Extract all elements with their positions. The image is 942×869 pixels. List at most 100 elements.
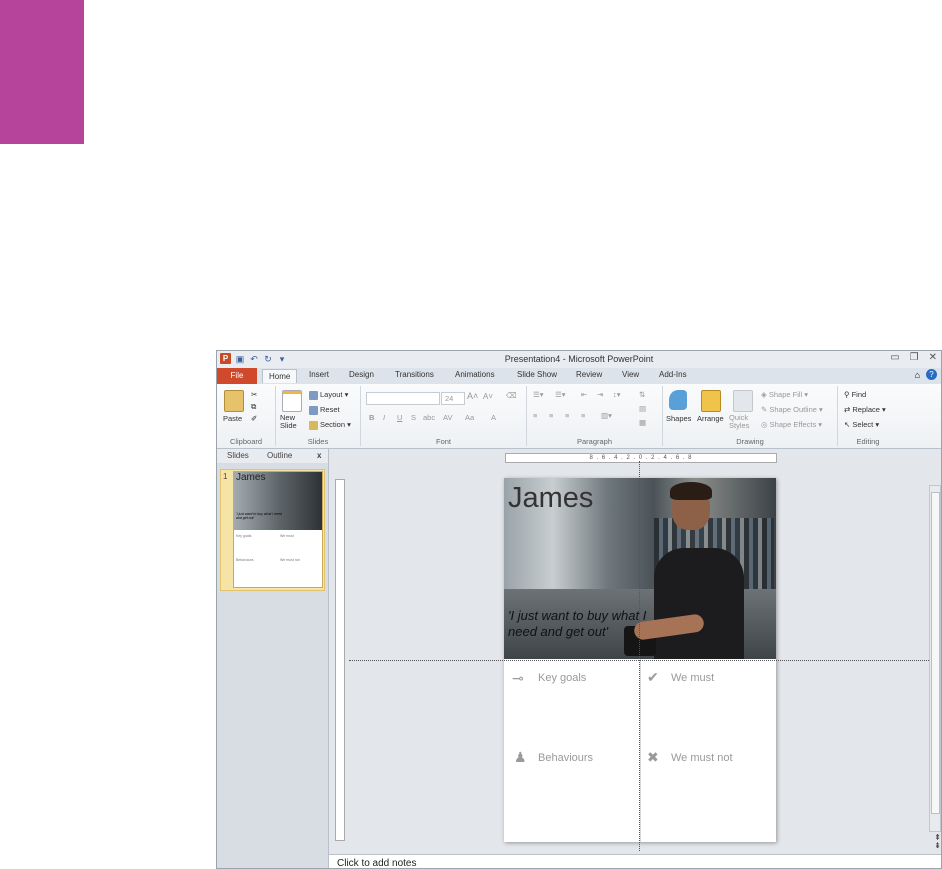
slide-thumbnail[interactable]: James 'I just want to buy what I need an… bbox=[233, 471, 323, 588]
line-spacing-icon[interactable]: ↕▾ bbox=[613, 390, 621, 399]
align-right-icon[interactable]: ≡ bbox=[565, 411, 569, 420]
vertical-guide[interactable] bbox=[639, 461, 640, 851]
tab-view[interactable]: View bbox=[622, 370, 639, 379]
replace-icon: ⇄ bbox=[844, 405, 851, 414]
grow-font-button[interactable]: A˄ bbox=[467, 391, 478, 401]
font-name-input[interactable] bbox=[366, 392, 440, 405]
character-spacing-button[interactable]: AV bbox=[443, 413, 452, 422]
shape-fill-button[interactable]: ◈ Shape Fill ▾ bbox=[761, 390, 808, 399]
replace-button[interactable]: ⇄ Replace ▾ bbox=[844, 405, 886, 414]
scrollbar-thumb[interactable] bbox=[931, 492, 940, 814]
minimize-ribbon-icon[interactable]: ⌂ bbox=[915, 370, 920, 380]
align-center-icon[interactable]: ≡ bbox=[549, 411, 553, 420]
numbering-icon[interactable]: ☰▾ bbox=[555, 390, 566, 399]
group-drawing: Shapes Arrange Quick Styles ◈ Shape Fill… bbox=[663, 386, 838, 446]
shapes-icon[interactable] bbox=[669, 390, 687, 410]
thumbnail-title: James bbox=[236, 472, 266, 483]
format-painter-icon[interactable]: ✐ bbox=[251, 414, 257, 423]
slide-nav-arrows: ⇞ ⇟ bbox=[934, 834, 941, 850]
layout-label: Layout bbox=[320, 390, 343, 399]
arrange-icon[interactable] bbox=[701, 390, 721, 412]
align-left-icon[interactable]: ≡ bbox=[533, 411, 537, 420]
vertical-scrollbar[interactable] bbox=[929, 485, 941, 832]
quick-styles-button[interactable]: Quick Styles bbox=[729, 414, 755, 430]
tab-slides[interactable]: Slides bbox=[227, 451, 249, 460]
shape-effects-label: Shape Effects bbox=[769, 420, 817, 429]
reset-label: Reset bbox=[320, 405, 340, 414]
justify-icon[interactable]: ≡ bbox=[581, 411, 585, 420]
font-size-input[interactable]: 24 bbox=[441, 392, 465, 405]
slide-number: 1 bbox=[223, 472, 228, 481]
shape-outline-button[interactable]: ✎ Shape Outline ▾ bbox=[761, 405, 823, 414]
italic-button[interactable]: I bbox=[383, 413, 385, 422]
shapes-button[interactable]: Shapes bbox=[666, 414, 691, 423]
new-slide-icon[interactable] bbox=[282, 390, 302, 412]
slide-quote[interactable]: 'I just want to buy what I need and get … bbox=[508, 608, 648, 640]
layout-button[interactable]: Layout ▾ bbox=[309, 390, 348, 400]
slide-thumbnail-item[interactable]: 1 James 'I just want to buy what I need … bbox=[220, 469, 325, 591]
bullets-icon[interactable]: ☰▾ bbox=[533, 390, 544, 399]
slide-editor[interactable]: 8 . 6 . 4 . 2 . 0 . 2 . 4 . 6 . 8 James … bbox=[329, 449, 941, 854]
tab-insert[interactable]: Insert bbox=[309, 370, 329, 379]
select-icon: ↖ bbox=[844, 420, 851, 429]
tab-design[interactable]: Design bbox=[349, 370, 374, 379]
reset-button[interactable]: Reset bbox=[309, 405, 340, 415]
person-icon: ♟ bbox=[514, 749, 527, 765]
shrink-font-button[interactable]: A˅ bbox=[483, 392, 493, 401]
copy-icon[interactable]: ⧉ bbox=[251, 402, 256, 412]
arrange-button[interactable]: Arrange bbox=[697, 414, 724, 423]
we-must-not-label[interactable]: We must not bbox=[671, 752, 733, 764]
group-label-editing: Editing bbox=[856, 437, 880, 446]
horizontal-ruler: 8 . 6 . 4 . 2 . 0 . 2 . 4 . 6 . 8 bbox=[505, 453, 777, 463]
smartart-icon[interactable]: ▦ bbox=[639, 418, 646, 427]
tab-add-ins[interactable]: Add-Ins bbox=[659, 370, 687, 379]
layout-icon bbox=[309, 390, 318, 400]
align-text-icon[interactable]: ▤ bbox=[639, 404, 646, 413]
font-color-button[interactable]: A bbox=[491, 413, 496, 422]
strikethrough-button[interactable]: S bbox=[411, 413, 416, 422]
close-icon[interactable]: ✕ bbox=[929, 352, 937, 363]
section-button[interactable]: Section ▾ bbox=[309, 420, 351, 430]
behaviours-label[interactable]: Behaviours bbox=[538, 752, 593, 764]
restore-icon[interactable]: ❐ bbox=[910, 352, 919, 363]
next-slide-icon[interactable]: ⇟ bbox=[934, 842, 941, 850]
clear-formatting-icon[interactable]: ⌫ bbox=[506, 391, 517, 400]
tab-animations[interactable]: Animations bbox=[455, 370, 495, 379]
shape-effects-button[interactable]: ◎ Shape Effects ▾ bbox=[761, 420, 822, 429]
thumbnail-must: We must bbox=[280, 534, 294, 538]
minimize-icon[interactable]: ▭ bbox=[890, 352, 899, 363]
quick-styles-icon[interactable] bbox=[733, 390, 753, 412]
reset-icon bbox=[309, 405, 318, 415]
we-must-label[interactable]: We must bbox=[671, 672, 714, 684]
decrease-indent-icon[interactable]: ⇤ bbox=[581, 390, 587, 399]
thumbnail-must-not: We must not bbox=[280, 558, 300, 562]
help-icon[interactable]: ? bbox=[926, 369, 937, 380]
paste-icon[interactable] bbox=[224, 390, 244, 412]
text-shadow-button[interactable]: abc bbox=[423, 413, 435, 422]
cut-icon[interactable]: ✂ bbox=[251, 390, 257, 399]
slide-title[interactable]: James bbox=[508, 482, 593, 515]
change-case-button[interactable]: Aa bbox=[465, 413, 474, 422]
increase-indent-icon[interactable]: ⇥ bbox=[597, 390, 603, 399]
bold-button[interactable]: B bbox=[369, 413, 374, 422]
key-goals-label[interactable]: Key goals bbox=[538, 672, 586, 684]
tab-review[interactable]: Review bbox=[576, 370, 602, 379]
tab-slide-show[interactable]: Slide Show bbox=[517, 370, 557, 379]
select-label: Select bbox=[852, 420, 874, 429]
new-slide-button[interactable]: New Slide bbox=[280, 414, 306, 430]
columns-icon[interactable]: ▥▾ bbox=[601, 411, 612, 420]
tab-file[interactable]: File bbox=[217, 368, 257, 384]
select-button[interactable]: ↖ Select ▾ bbox=[844, 420, 879, 429]
tab-home[interactable]: Home bbox=[262, 369, 298, 383]
find-label: Find bbox=[851, 390, 867, 399]
notes-placeholder[interactable]: Click to add notes bbox=[337, 858, 417, 868]
paste-button[interactable]: Paste bbox=[223, 414, 242, 423]
underline-button[interactable]: U bbox=[397, 413, 402, 422]
find-button[interactable]: ⚲ Find bbox=[844, 390, 866, 399]
tab-transitions[interactable]: Transitions bbox=[395, 370, 434, 379]
tab-outline[interactable]: Outline bbox=[267, 451, 292, 460]
cell-divider bbox=[640, 659, 641, 842]
notes-pane[interactable]: Click to add notes bbox=[329, 854, 941, 868]
text-direction-icon[interactable]: ⇅ bbox=[639, 390, 645, 399]
close-pane-icon[interactable]: x bbox=[317, 451, 321, 460]
